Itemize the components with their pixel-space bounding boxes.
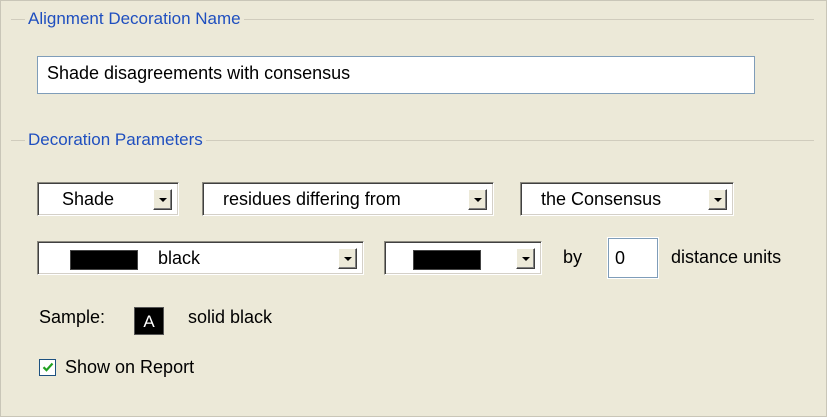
sample-description: solid black: [188, 307, 273, 327]
action-select-chevron-down-icon[interactable]: [153, 189, 172, 210]
checkmark-icon: [42, 362, 54, 372]
distance-units-label: distance units: [671, 247, 782, 267]
target-select[interactable]: residues differing from: [202, 182, 494, 216]
params-group-title: Decoration Parameters: [25, 130, 206, 150]
name-group-title: Alignment Decoration Name: [25, 9, 244, 29]
target-select-value: residues differing from: [223, 189, 401, 209]
decoration-panel: Alignment Decoration Name Shade disagree…: [0, 0, 827, 417]
reference-select-value: the Consensus: [541, 189, 662, 209]
reference-select-chevron-down-icon[interactable]: [708, 189, 727, 210]
color-select-value: black: [158, 248, 201, 268]
show-on-report-label[interactable]: Show on Report: [65, 357, 194, 378]
distance-value: 0: [615, 248, 626, 268]
show-on-report-checkbox[interactable]: [39, 359, 56, 376]
decoration-name-value: Shade disagreements with consensus: [47, 63, 351, 83]
color-select[interactable]: black: [37, 241, 364, 275]
second-color-select[interactable]: [384, 241, 542, 275]
second-color-select-chevron-down-icon[interactable]: [516, 248, 535, 269]
second-color-swatch: [413, 250, 481, 270]
reference-select[interactable]: the Consensus: [520, 182, 734, 216]
action-select[interactable]: Shade: [37, 182, 179, 216]
action-select-value: Shade: [62, 189, 115, 209]
color-swatch: [70, 250, 138, 270]
color-select-chevron-down-icon[interactable]: [338, 248, 357, 269]
decoration-name-input[interactable]: Shade disagreements with consensus: [37, 56, 755, 94]
by-label: by: [563, 247, 583, 267]
sample-label: Sample:: [39, 307, 106, 327]
sample-letter: A: [143, 312, 155, 331]
sample-preview: A: [134, 307, 164, 335]
target-select-chevron-down-icon[interactable]: [468, 189, 487, 210]
distance-input[interactable]: 0: [607, 237, 659, 279]
